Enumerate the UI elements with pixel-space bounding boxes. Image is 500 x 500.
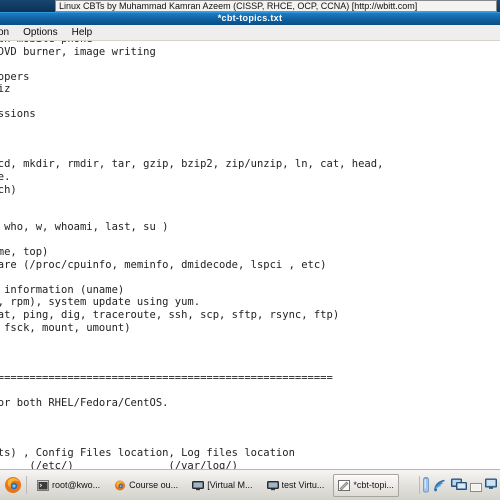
task-label: [Virtual M... [207,480,253,490]
taskbar-separator-2 [419,476,420,494]
task-terminal[interactable]: root@kwo... [32,474,105,497]
monitor-icon [192,480,205,491]
outer-window-left-edge [0,0,56,12]
menu-edit-clipped[interactable]: tion [0,25,16,41]
task-firefox[interactable]: Course ou... [109,474,183,497]
gedit-icon [338,479,351,491]
task-label: *cbt-topi... [353,480,394,490]
network-wireless-icon[interactable] [433,478,448,492]
workspace-switcher-icon[interactable] [470,480,482,492]
menu-help[interactable]: Help [65,25,100,41]
text-editor-view[interactable]: tion / Internet with mobile phone CD / D… [0,41,500,469]
menubar-items: tion Options Help [0,25,99,41]
firefox-icon[interactable] [3,475,23,495]
task-virtualmachine[interactable]: [Virtual M... [187,474,257,497]
workspace-switcher-icon[interactable] [485,478,497,492]
screen-root: Linux CBTs by Muhammad Kamran Azeem (CIS… [0,0,500,500]
document-text[interactable]: tion / Internet with mobile phone CD / D… [0,41,383,469]
display-icon[interactable] [451,478,467,492]
system-tray [422,475,500,495]
taskbar: root@kwo... Course ou... [Virtual M... t… [0,469,500,500]
task-test-virtual[interactable]: test Virtu... [262,474,330,497]
firefox-icon [114,480,126,491]
battery-icon[interactable] [422,475,430,495]
terminal-icon [37,479,49,491]
monitor-icon [266,480,279,491]
taskbar-separator-1 [26,476,27,494]
menu-options[interactable]: Options [16,25,64,41]
task-label: root@kwo... [52,480,101,490]
task-gedit[interactable]: *cbt-topi... [333,473,399,497]
outer-window-title: Linux CBTs by Muhammad Kamran Azeem (CIS… [55,0,497,12]
window-title-text: *cbt-topics.txt [217,13,283,23]
task-list: root@kwo... Course ou... [Virtual M... t… [32,473,417,497]
task-label: Course ou... [129,480,179,490]
task-label: test Virtu... [281,480,325,490]
